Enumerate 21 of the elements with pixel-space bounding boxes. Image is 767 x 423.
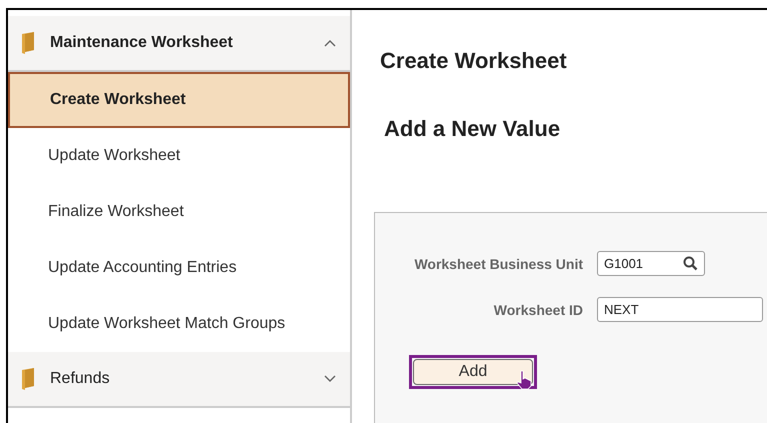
menu-group-label: Maintenance Worksheet <box>50 34 234 52</box>
section-title: Add a New Value <box>384 116 562 142</box>
input-field[interactable]: NEXT <box>597 297 763 322</box>
lookup-field[interactable]: G1001 <box>597 251 705 276</box>
menu-item[interactable]: Update Accounting Entries <box>8 240 350 296</box>
add-button[interactable]: Add <box>413 359 533 385</box>
menu-item[interactable]: Update Worksheet Match Groups <box>8 296 350 352</box>
chevron-down-icon <box>324 375 336 383</box>
menu-group-header[interactable]: Maintenance Worksheet <box>8 16 350 72</box>
menu-group-header[interactable]: Refunds <box>8 352 350 408</box>
chevron-up-icon <box>324 39 336 47</box>
field-label: Worksheet Business Unit <box>413 256 583 272</box>
field-label: Worksheet ID <box>492 302 583 318</box>
page-title: Create Worksheet <box>380 48 568 74</box>
folder-icon <box>20 32 36 54</box>
folder-icon <box>20 368 36 390</box>
menu-item[interactable]: Create Worksheet <box>8 72 350 128</box>
menu-item[interactable]: Finalize Worksheet <box>8 184 350 240</box>
menu-group-label: Refunds <box>50 370 111 388</box>
menu-item[interactable]: Update Worksheet <box>8 128 350 184</box>
search-icon[interactable] <box>683 256 698 271</box>
